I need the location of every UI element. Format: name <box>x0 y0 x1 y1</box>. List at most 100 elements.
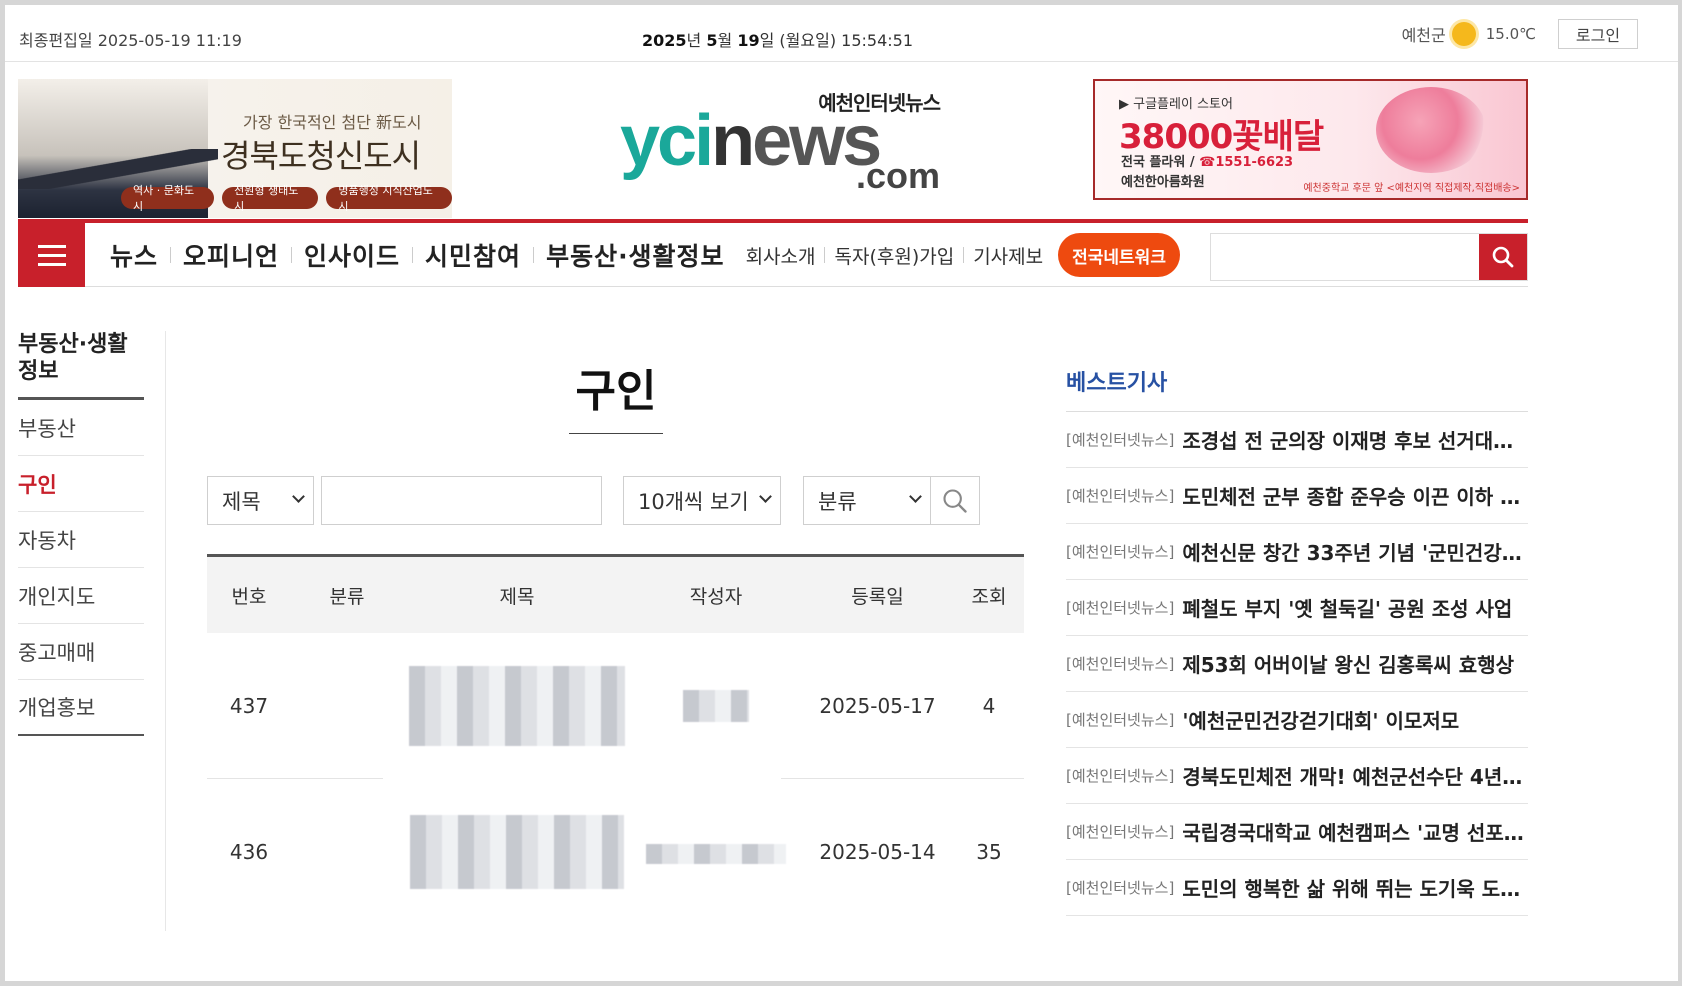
main-nav: 뉴스 오피니언 인사이드 시민참여 부동산·생활정보 회사소개 독자(후원)가입… <box>18 219 1528 287</box>
header-category: 분류 <box>329 585 365 608</box>
best-article-item[interactable]: [예천인터넷뉴스] 조경섭 전 군의장 이재명 후보 선거대책위원회 합류 <box>1066 412 1528 468</box>
best-article-headline[interactable]: 국립경국대학교 예천캠퍼스 '교명 선포식' <box>1182 817 1528 846</box>
best-article-headline[interactable]: 제53회 어버이날 왕신 김홍록씨 효행상 <box>1182 649 1514 678</box>
blurred-text <box>409 666 625 746</box>
nav-item-citizen[interactable]: 시민참여 <box>413 237 533 273</box>
best-article-headline[interactable]: 예천신문 창간 33주년 기념 '군민건강걷기대회' <box>1182 537 1528 566</box>
nav-item-report[interactable]: 기사제보 <box>964 242 1052 269</box>
best-article-item[interactable]: [예천인터넷뉴스] 도민체전 군부 종합 준우승 이끈 이하 선수단 <box>1066 468 1528 524</box>
sidebar-item-tutoring[interactable]: 개인지도 <box>18 568 144 624</box>
banner-phone-prefix: 전국 플라워 / <box>1121 155 1200 170</box>
best-article-headline[interactable]: 폐철도 부지 '옛 철둑길' 공원 조성 사업 <box>1182 593 1512 622</box>
hamburger-menu-button[interactable] <box>18 223 85 287</box>
date-year: 2025 <box>642 31 687 50</box>
date-rest: (월요일) 15:54:51 <box>779 31 914 50</box>
blurred-text <box>646 843 786 864</box>
best-article-item[interactable]: [예천인터넷뉴스] '예천군민건강걷기대회' 이모저모 <box>1066 692 1528 748</box>
best-article-source: [예천인터넷뉴스] <box>1066 823 1175 841</box>
banner-note: 예천중학교 후문 앞 <예천지역 직접제작,직접배송> <box>1303 183 1520 194</box>
best-article-headline[interactable]: 도민의 행복한 삶 위해 뛰는 도기욱 도의원 <box>1182 873 1528 902</box>
table-header: 번호 분류 제목 작성자 등록일 조회 <box>207 554 1024 633</box>
row-title-blurred[interactable] <box>403 666 631 746</box>
best-article-source: [예천인터넷뉴스] <box>1066 487 1175 505</box>
best-article-item[interactable]: [예천인터넷뉴스] 예천신문 창간 33주년 기념 '군민건강걷기대회' <box>1066 524 1528 580</box>
best-article-item[interactable]: [예천인터넷뉴스] 도민의 행복한 삶 위해 뛰는 도기욱 도의원 <box>1066 860 1528 916</box>
last-edit: 최종편집일 2025-05-19 11:19 <box>19 27 242 51</box>
weather-location: 예천군 <box>1401 26 1446 45</box>
table-row[interactable]: 436 2025-05-14 35 <box>207 779 1024 925</box>
nav-search-input[interactable] <box>1211 234 1481 280</box>
best-article-headline[interactable]: 조경섭 전 군의장 이재명 후보 선거대책위원회 합류 <box>1182 425 1528 454</box>
banner-phone-number: ☎1551-6623 <box>1199 155 1294 170</box>
nav-item-news[interactable]: 뉴스 <box>98 237 170 273</box>
table-row[interactable]: 437 2025-05-17 4 <box>207 633 1024 779</box>
banner-pill: 전원형 생태도시 <box>222 184 319 213</box>
logo-n: n <box>711 101 755 181</box>
search-field-value: 제목 <box>222 489 261 514</box>
best-article-headline[interactable]: '예천군민건강걷기대회' 이모저모 <box>1182 705 1459 734</box>
banner-pill: 역사 · 문화도시 <box>121 184 215 213</box>
header-author: 작성자 <box>689 585 743 608</box>
best-article-source: [예천인터넷뉴스] <box>1066 431 1175 449</box>
last-edit-label: 최종편집일 <box>19 31 93 50</box>
nav-item-realestate[interactable]: 부동산·생활정보 <box>534 237 737 273</box>
browser-frame: 최종편집일 2025-05-19 11:19 2025년 5월 19일 (월요일… <box>0 0 1682 986</box>
nav-search-button[interactable] <box>1479 234 1527 280</box>
sidebar-item-opening[interactable]: 개업홍보 <box>18 680 144 736</box>
sidebar-item-cars[interactable]: 자동차 <box>18 512 144 568</box>
best-articles: 베스트기사 [예천인터넷뉴스] 조경섭 전 군의장 이재명 후보 선거대책위원회 … <box>1066 365 1528 916</box>
best-article-item[interactable]: [예천인터넷뉴스] 제53회 어버이날 왕신 김홍록씨 효행상 <box>1066 636 1528 692</box>
sidebar-item-realestate[interactable]: 부동산 <box>18 400 144 456</box>
header-views: 조회 <box>971 585 1007 608</box>
nav-item-opinion[interactable]: 오피니언 <box>171 237 291 273</box>
per-page-value: 10개씩 보기 <box>638 489 749 514</box>
category-value: 분류 <box>818 489 857 514</box>
best-article-item[interactable]: [예천인터넷뉴스] 경북도민체전 개막! 예천군선수단 4년만에 <box>1066 748 1528 804</box>
row-views: 35 <box>976 840 1002 864</box>
blurred-text <box>410 815 624 889</box>
header-number: 번호 <box>231 585 267 608</box>
header-title: 제목 <box>499 585 535 608</box>
row-title-blurred[interactable] <box>403 815 631 889</box>
logo-yc: yc <box>620 101 697 181</box>
date-day: 19 <box>737 31 760 50</box>
best-articles-list: [예천인터넷뉴스]조경섭 전 군의장 이재명 후보 선거대책위원회 합류[예천인… <box>1066 412 1528 916</box>
hamburger-line <box>37 244 66 248</box>
search-icon <box>1492 246 1514 268</box>
category-select[interactable]: 분류 <box>803 476 931 525</box>
banner-phone: 전국 플라워 / ☎1551-6623 <box>1121 151 1293 170</box>
best-articles-title: 베스트기사 <box>1066 365 1528 412</box>
ad-banner-gyeongbuk[interactable]: 가장 한국적인 첨단 新도시 경북도청신도시 역사 · 문화도시 전원형 생태도… <box>18 79 452 218</box>
national-network-button[interactable]: 전국네트워크 <box>1058 233 1180 277</box>
header-date: 등록일 <box>851 585 904 608</box>
nav-items: 뉴스 오피니언 인사이드 시민참여 부동산·생활정보 회사소개 독자(후원)가입… <box>98 223 1180 287</box>
banner-subtitle: 가장 한국적인 첨단 新도시 <box>243 113 422 132</box>
sun-icon <box>1451 22 1476 46</box>
nav-item-subscribe[interactable]: 독자(후원)가입 <box>825 242 963 269</box>
search-input[interactable] <box>321 476 602 525</box>
login-button[interactable]: 로그인 <box>1558 19 1638 49</box>
ad-banner-flower[interactable]: ▶ 구글플레이 스토어 38000꽃배달 전국 플라워 / ☎1551-6623… <box>1093 79 1528 200</box>
current-datetime: 2025년 5월 19일 (월요일) 15:54:51 <box>642 27 913 51</box>
best-article-headline[interactable]: 경북도민체전 개막! 예천군선수단 4년만에 <box>1182 761 1528 790</box>
banner-title: 경북도청신도시 <box>221 137 421 175</box>
sidebar-title: 부동산·생활정보 <box>18 331 144 400</box>
search-field-select[interactable]: 제목 <box>207 476 314 525</box>
nav-item-about[interactable]: 회사소개 <box>737 242 825 269</box>
sidebar-item-jobs[interactable]: 구인 <box>18 456 144 512</box>
sidebar-divider <box>165 331 166 931</box>
banner-pills: 역사 · 문화도시 전원형 생태도시 명품행정 지식산업도시 <box>121 184 452 213</box>
nav-item-inside[interactable]: 인사이드 <box>292 237 412 273</box>
best-article-item[interactable]: [예천인터넷뉴스] 폐철도 부지 '옛 철둑길' 공원 조성 사업 <box>1066 580 1528 636</box>
banner-pill: 명품행정 지식산업도시 <box>326 184 452 213</box>
search-button[interactable] <box>930 476 980 525</box>
site-logo[interactable]: 예천인터넷뉴스 ycinews .com <box>620 87 941 197</box>
best-article-item[interactable]: [예천인터넷뉴스] 국립경국대학교 예천캠퍼스 '교명 선포식' <box>1066 804 1528 860</box>
sidebar-item-used-trade[interactable]: 중고매매 <box>18 624 144 680</box>
per-page-select[interactable]: 10개씩 보기 <box>623 476 781 525</box>
logo-i: i <box>694 101 714 181</box>
chevron-down-icon <box>292 490 305 503</box>
best-article-headline[interactable]: 도민체전 군부 종합 준우승 이끈 이하 선수단 <box>1182 481 1528 510</box>
top-bar: 최종편집일 2025-05-19 11:19 2025년 5월 19일 (월요일… <box>5 5 1678 62</box>
nav-search <box>1210 233 1528 281</box>
